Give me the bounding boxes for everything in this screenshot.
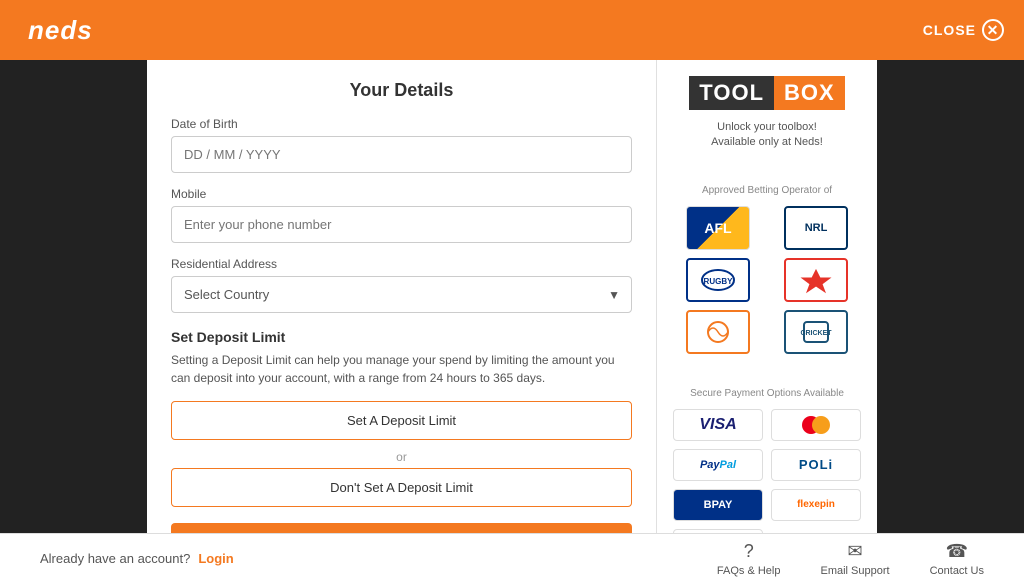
toolbox-text: TOOL BOX — [689, 76, 844, 110]
a-league-logo — [784, 258, 848, 302]
tennis-logo — [686, 310, 750, 354]
toolbox-subtitle: Unlock your toolbox! Available only at N… — [711, 120, 823, 151]
mobile-label: Mobile — [171, 187, 632, 201]
dob-field-group: Date of Birth — [171, 117, 632, 173]
faqs-nav-item[interactable]: ? FAQs & Help — [717, 541, 781, 577]
email-icon: ✉ — [847, 541, 862, 562]
header: neds CLOSE ✕ — [0, 0, 1024, 60]
faqs-icon: ? — [744, 541, 754, 562]
panel-title: Your Details — [171, 80, 632, 101]
footer-nav: ? FAQs & Help ✉ Email Support ☎ Contact … — [717, 541, 984, 577]
rugby-logo: RUGBY — [686, 258, 750, 302]
footer-account-area: Already have an account? Login — [40, 551, 234, 566]
dob-input[interactable] — [171, 136, 632, 173]
address-field-group: Residential Address Select Country Austr… — [171, 257, 632, 313]
modal: Your Details Date of Birth Mobile Reside… — [147, 60, 877, 533]
create-account-button[interactable]: Create Account — [171, 523, 632, 533]
close-button[interactable]: CLOSE ✕ — [923, 19, 1004, 41]
cricket-logo: CRICKET — [784, 310, 848, 354]
contact-nav-item[interactable]: ☎ Contact Us — [930, 541, 984, 577]
right-panel: TOOL BOX Unlock your toolbox! Available … — [657, 60, 877, 533]
close-icon: ✕ — [982, 19, 1004, 41]
address-label: Residential Address — [171, 257, 632, 271]
bpay-payment-logo: BPAY — [673, 489, 763, 521]
svg-text:RUGBY: RUGBY — [704, 277, 734, 286]
faqs-label: FAQs & Help — [717, 565, 781, 577]
box-word: BOX — [774, 76, 845, 110]
logo: neds — [20, 11, 101, 50]
paypal-payment-logo: PayPal — [673, 449, 763, 481]
mc-circle-orange — [812, 416, 830, 434]
toolbox-logo: TOOL BOX — [689, 76, 844, 114]
email-support-label: Email Support — [820, 565, 889, 577]
sport-logos-grid: AFL NRL RUGBY — [673, 206, 861, 354]
email-support-nav-item[interactable]: ✉ Email Support — [820, 541, 889, 577]
deposit-title: Set Deposit Limit — [171, 329, 632, 345]
tool-word: TOOL — [689, 76, 774, 110]
approved-title: Approved Betting Operator of — [702, 185, 832, 196]
mastercard-payment-logo — [771, 409, 861, 441]
flexepin-payment-logo: flexepin — [771, 489, 861, 521]
visa-payment-logo: VISA — [673, 409, 763, 441]
close-label: CLOSE — [923, 22, 976, 38]
nrl-logo: NRL — [784, 206, 848, 250]
afl-logo: AFL — [686, 206, 750, 250]
country-select[interactable]: Select Country Australia New Zealand — [171, 276, 632, 313]
left-panel: Your Details Date of Birth Mobile Reside… — [147, 60, 657, 533]
deposit-section: Set Deposit Limit Setting a Deposit Limi… — [171, 329, 632, 533]
logo-text: neds — [28, 15, 93, 45]
login-link[interactable]: Login — [198, 551, 233, 566]
deposit-description: Setting a Deposit Limit can help you man… — [171, 351, 632, 387]
contact-label: Contact Us — [930, 565, 984, 577]
dob-label: Date of Birth — [171, 117, 632, 131]
account-text: Already have an account? — [40, 551, 190, 566]
footer: Already have an account? Login ? FAQs & … — [0, 533, 1024, 583]
country-select-wrapper: Select Country Australia New Zealand ▼ — [171, 276, 632, 313]
mobile-input[interactable] — [171, 206, 632, 243]
mobile-field-group: Mobile — [171, 187, 632, 243]
contact-icon: ☎ — [946, 541, 968, 562]
or-divider: or — [171, 450, 632, 464]
svg-text:CRICKET: CRICKET — [800, 330, 832, 337]
secure-payment-title: Secure Payment Options Available — [690, 388, 844, 399]
poli-payment-logo: POLi — [771, 449, 861, 481]
dont-set-deposit-button[interactable]: Don't Set A Deposit Limit — [171, 468, 632, 507]
set-deposit-limit-button[interactable]: Set A Deposit Limit — [171, 401, 632, 440]
